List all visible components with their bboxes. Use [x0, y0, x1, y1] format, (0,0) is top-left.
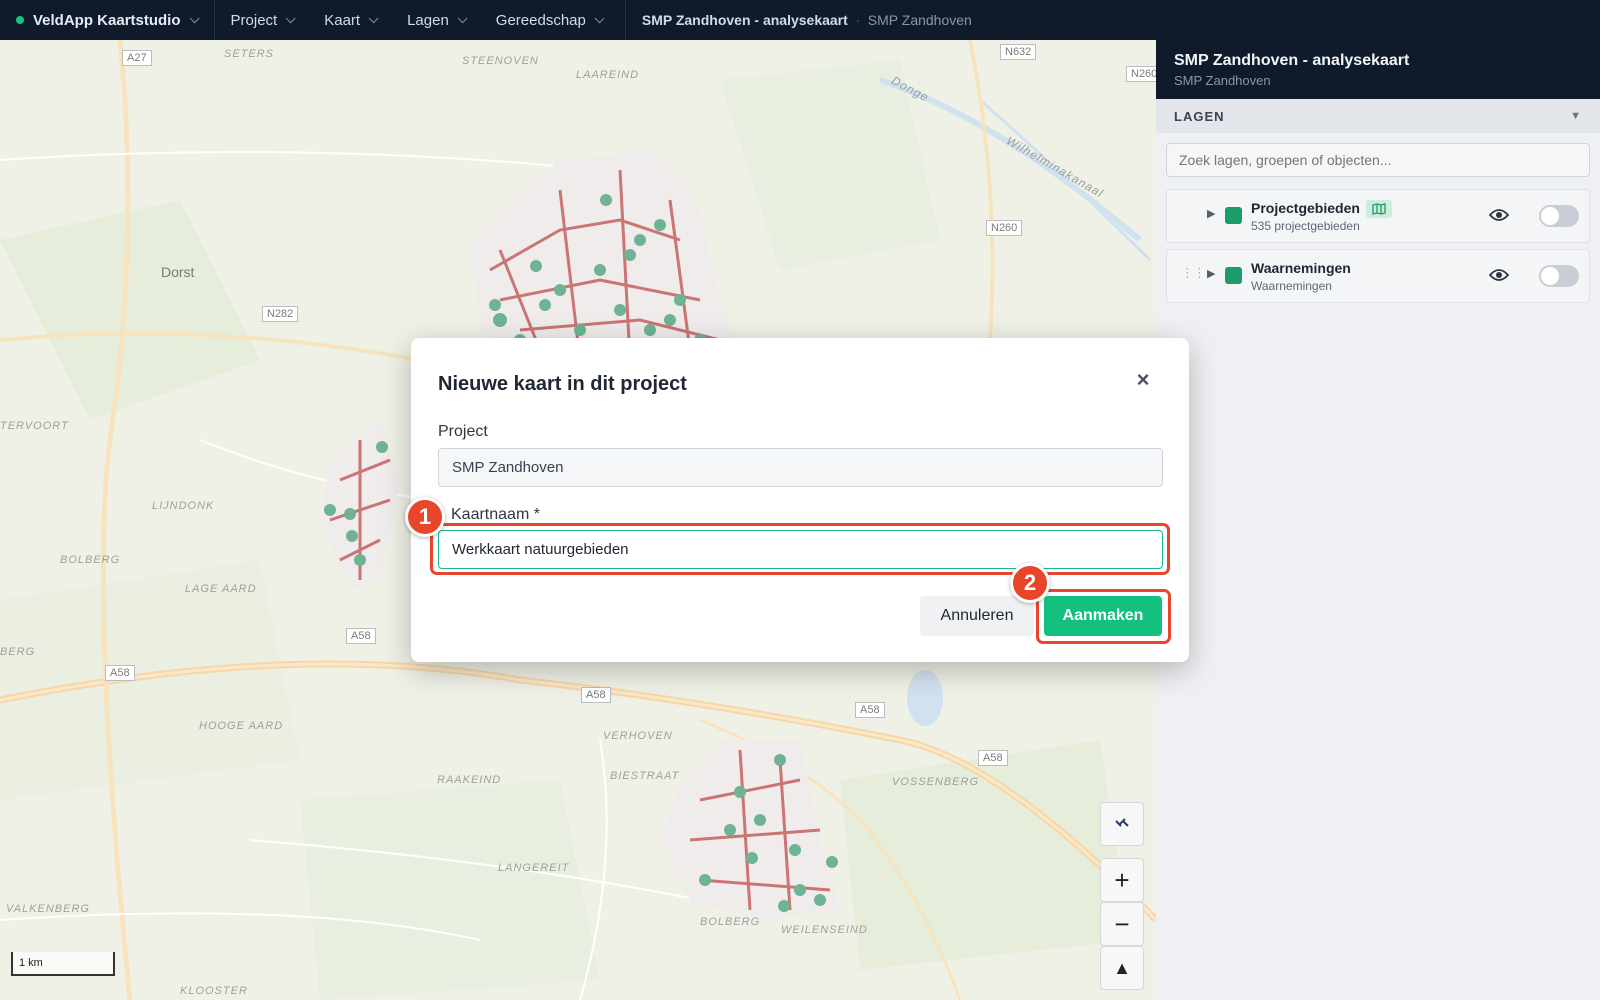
eye-icon[interactable] — [1489, 208, 1509, 222]
breadcrumb-project: SMP Zandhoven — [867, 12, 972, 28]
layer-visibility-toggle[interactable] — [1539, 265, 1579, 287]
menu-label: Project — [230, 11, 278, 29]
menu-label: Gereedschap — [495, 11, 586, 29]
layer-color-swatch — [1225, 207, 1242, 224]
compass-north-button[interactable]: ▲ — [1100, 946, 1144, 990]
layers-panel: SMP Zandhoven - analysekaart SMP Zandhov… — [1156, 40, 1600, 1000]
dialog-title: Nieuwe kaart in dit project — [438, 373, 687, 395]
menu-lagen[interactable]: Lagen — [391, 0, 480, 40]
divider — [624, 0, 626, 40]
layer-color-swatch — [1225, 267, 1242, 284]
menu-kaart[interactable]: Kaart — [308, 0, 391, 40]
menu-label: Kaart — [324, 11, 361, 29]
menu-project[interactable]: Project — [215, 0, 309, 40]
panel-subtitle: SMP Zandhoven — [1174, 73, 1271, 88]
zoom-out-button[interactable]: − — [1100, 902, 1144, 946]
layer-name: Projectgebieden — [1251, 200, 1392, 219]
breadcrumb-separator: · — [855, 13, 860, 27]
section-label: LAGEN — [1174, 108, 1225, 124]
menu-label: Lagen — [407, 11, 449, 29]
layer-search-input[interactable] — [1166, 143, 1590, 177]
status-dot-icon — [16, 16, 24, 24]
breadcrumb-title: SMP Zandhoven - analysekaart — [641, 12, 848, 28]
menu-gereedschap[interactable]: Gereedschap — [480, 0, 617, 40]
drag-handle-icon[interactable]: ⋮⋮ — [1181, 265, 1206, 281]
layer-row-waarnemingen[interactable]: ⋮⋮ ▶ Waarnemingen Waarnemingen — [1166, 249, 1590, 303]
project-field[interactable] — [438, 448, 1163, 487]
zoom-in-button[interactable]: + — [1100, 858, 1144, 902]
step-marker-2: 2 — [1010, 563, 1050, 603]
layer-count: 535 projectgebieden — [1251, 219, 1360, 233]
map-icon — [1365, 200, 1392, 219]
chevron-down-icon — [594, 12, 605, 23]
close-icon[interactable]: × — [1131, 368, 1155, 392]
project-label: Project — [438, 423, 488, 440]
layer-switcher-button[interactable] — [1100, 802, 1144, 846]
expand-triangle-icon[interactable]: ▶ — [1207, 267, 1215, 280]
collapse-caret-icon: ▼ — [1570, 110, 1582, 122]
map-name-label: Kaartnaam * — [451, 506, 540, 523]
eye-icon[interactable] — [1489, 268, 1509, 282]
cancel-button[interactable]: Annuleren — [920, 596, 1034, 636]
layer-description: Waarnemingen — [1251, 279, 1332, 293]
layer-name: Waarnemingen — [1251, 260, 1351, 276]
layer-visibility-toggle[interactable] — [1539, 205, 1579, 227]
layer-row-projectgebieden[interactable]: ▶ Projectgebieden 535 projectgebieden — [1166, 189, 1590, 243]
chevron-down-icon — [285, 12, 296, 23]
brand-menu[interactable]: VeldApp Kaartstudio — [0, 0, 215, 40]
panel-header: SMP Zandhoven - analysekaart SMP Zandhov… — [1156, 40, 1600, 99]
layers-section-header[interactable]: LAGEN ▼ — [1156, 99, 1600, 133]
chevron-down-icon — [189, 12, 200, 23]
highlight-map-name-input — [430, 523, 1170, 575]
panel-title: SMP Zandhoven - analysekaart — [1174, 52, 1410, 69]
highlight-create-button — [1036, 589, 1171, 644]
chevron-down-icon — [457, 12, 468, 23]
top-bar: VeldApp Kaartstudio Project Kaart Lagen … — [0, 0, 1600, 40]
map-scale-bar: 1 km — [11, 952, 115, 976]
chevron-down-icon — [368, 12, 379, 23]
expand-triangle-icon[interactable]: ▶ — [1207, 207, 1215, 220]
brand-name: VeldApp Kaartstudio — [33, 11, 181, 29]
satellite-icon — [1115, 818, 1129, 827]
step-marker-1: 1 — [405, 497, 445, 537]
